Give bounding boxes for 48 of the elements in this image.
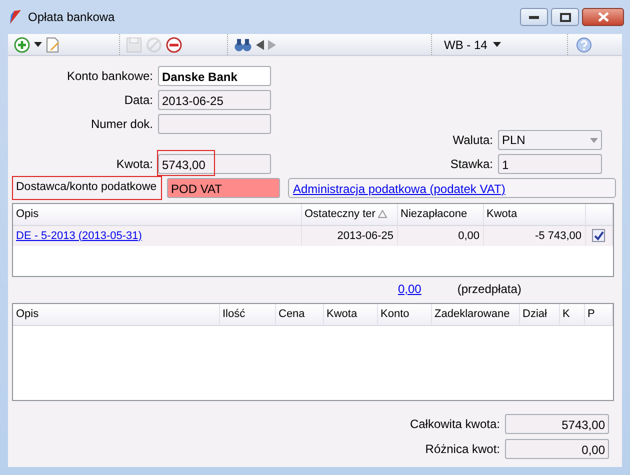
table-cell: 0,00 <box>397 225 483 246</box>
document-selector[interactable]: WB - 14 <box>444 34 502 54</box>
logo-icon <box>8 9 22 25</box>
dropdown-caret-icon <box>590 138 598 142</box>
column-header[interactable]: P <box>584 304 612 325</box>
minimize-icon <box>529 16 539 18</box>
field-label: Różnica kwot: <box>424 440 501 458</box>
input-field[interactable]: 5743,00 <box>505 414 609 434</box>
prepayment-label: (przedpłata) <box>457 281 522 298</box>
close-icon <box>598 12 608 22</box>
column-header[interactable]: Konto <box>377 304 431 325</box>
field-label: Kwota: <box>115 156 154 173</box>
remove-icon[interactable] <box>166 34 182 54</box>
field-label: Stawka: <box>449 156 494 173</box>
help-icon[interactable] <box>576 34 592 54</box>
input-field[interactable]: 2013-06-25 <box>158 90 271 110</box>
link[interactable]: Administracja podatkowa (podatek VAT) <box>293 182 506 196</box>
field-label: Dostawca/konto podatkowe <box>12 176 162 200</box>
column-header[interactable]: Kwota <box>323 304 377 325</box>
maximize-icon <box>560 12 570 22</box>
field-label: Konto bankowe: <box>66 68 154 85</box>
column-header[interactable]: K <box>559 304 584 325</box>
input-field[interactable] <box>158 114 271 134</box>
minimize-button[interactable] <box>520 8 548 26</box>
column-header[interactable]: Opis <box>13 304 219 325</box>
field-label: Całkowita kwota: <box>408 416 501 432</box>
currency-dropdown[interactable]: PLN <box>498 130 602 150</box>
caret-icon <box>493 42 502 47</box>
table-cell: 2013-06-25 <box>301 225 397 246</box>
field-label: Waluta: <box>452 132 494 149</box>
field-label: Numer dok. <box>90 116 154 133</box>
window-title: Opłata bankowa <box>28 9 116 26</box>
maximize-button[interactable] <box>551 8 579 26</box>
input-field[interactable]: POD VAT <box>167 178 280 198</box>
link[interactable]: 0,00 <box>398 280 422 298</box>
add-icon[interactable] <box>14 34 30 54</box>
column-header[interactable]: Ilość <box>219 304 275 325</box>
checkbox[interactable] <box>592 229 606 242</box>
input-field[interactable]: 0,00 <box>505 438 609 458</box>
column-header[interactable]: Zadeklarowane <box>431 304 519 325</box>
table-cell: -5 743,00 <box>483 225 585 246</box>
column-header[interactable]: Dział <box>519 304 559 325</box>
input-field[interactable]: 1 <box>498 154 602 174</box>
input-field[interactable]: Danske Bank <box>158 66 271 86</box>
column-header[interactable]: Opis <box>16 206 39 222</box>
column-header[interactable]: Cena <box>275 304 323 325</box>
close-button[interactable] <box>582 8 624 26</box>
field-label: Data: <box>123 92 154 109</box>
